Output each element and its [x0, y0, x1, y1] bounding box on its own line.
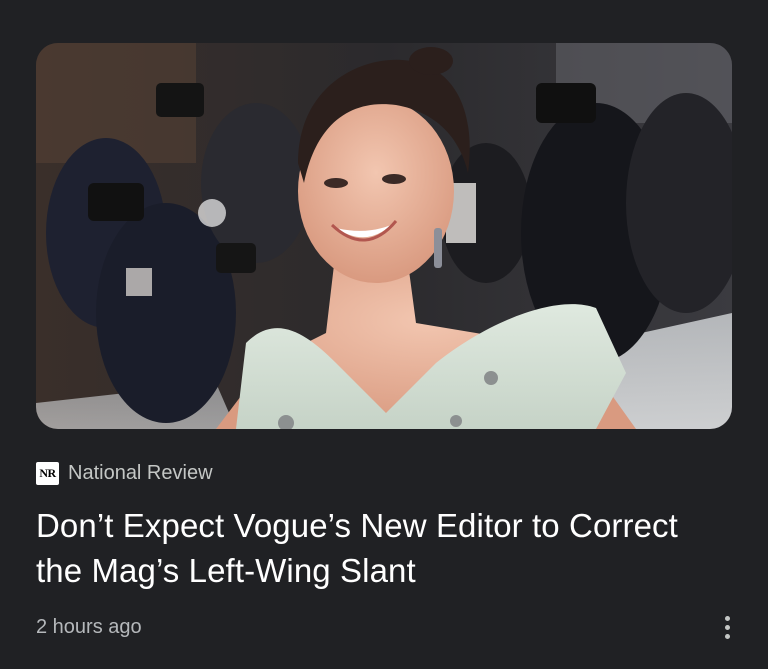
article-timestamp: 2 hours ago [36, 616, 142, 638]
dot [724, 633, 730, 639]
source-row[interactable]: NR National Review [36, 460, 213, 486]
news-card[interactable]: NR National Review Don’t Expect Vogue’s … [0, 0, 768, 669]
publisher-logo: NR [36, 461, 59, 485]
article-image[interactable] [36, 43, 732, 429]
article-headline[interactable]: Don’t Expect Vogue’s New Editor to Corre… [36, 503, 716, 593]
dot [724, 615, 730, 621]
article-photo [36, 43, 732, 429]
publisher-name: National Review [68, 462, 213, 484]
more-vert-icon[interactable] [710, 608, 744, 646]
dot [724, 624, 730, 630]
